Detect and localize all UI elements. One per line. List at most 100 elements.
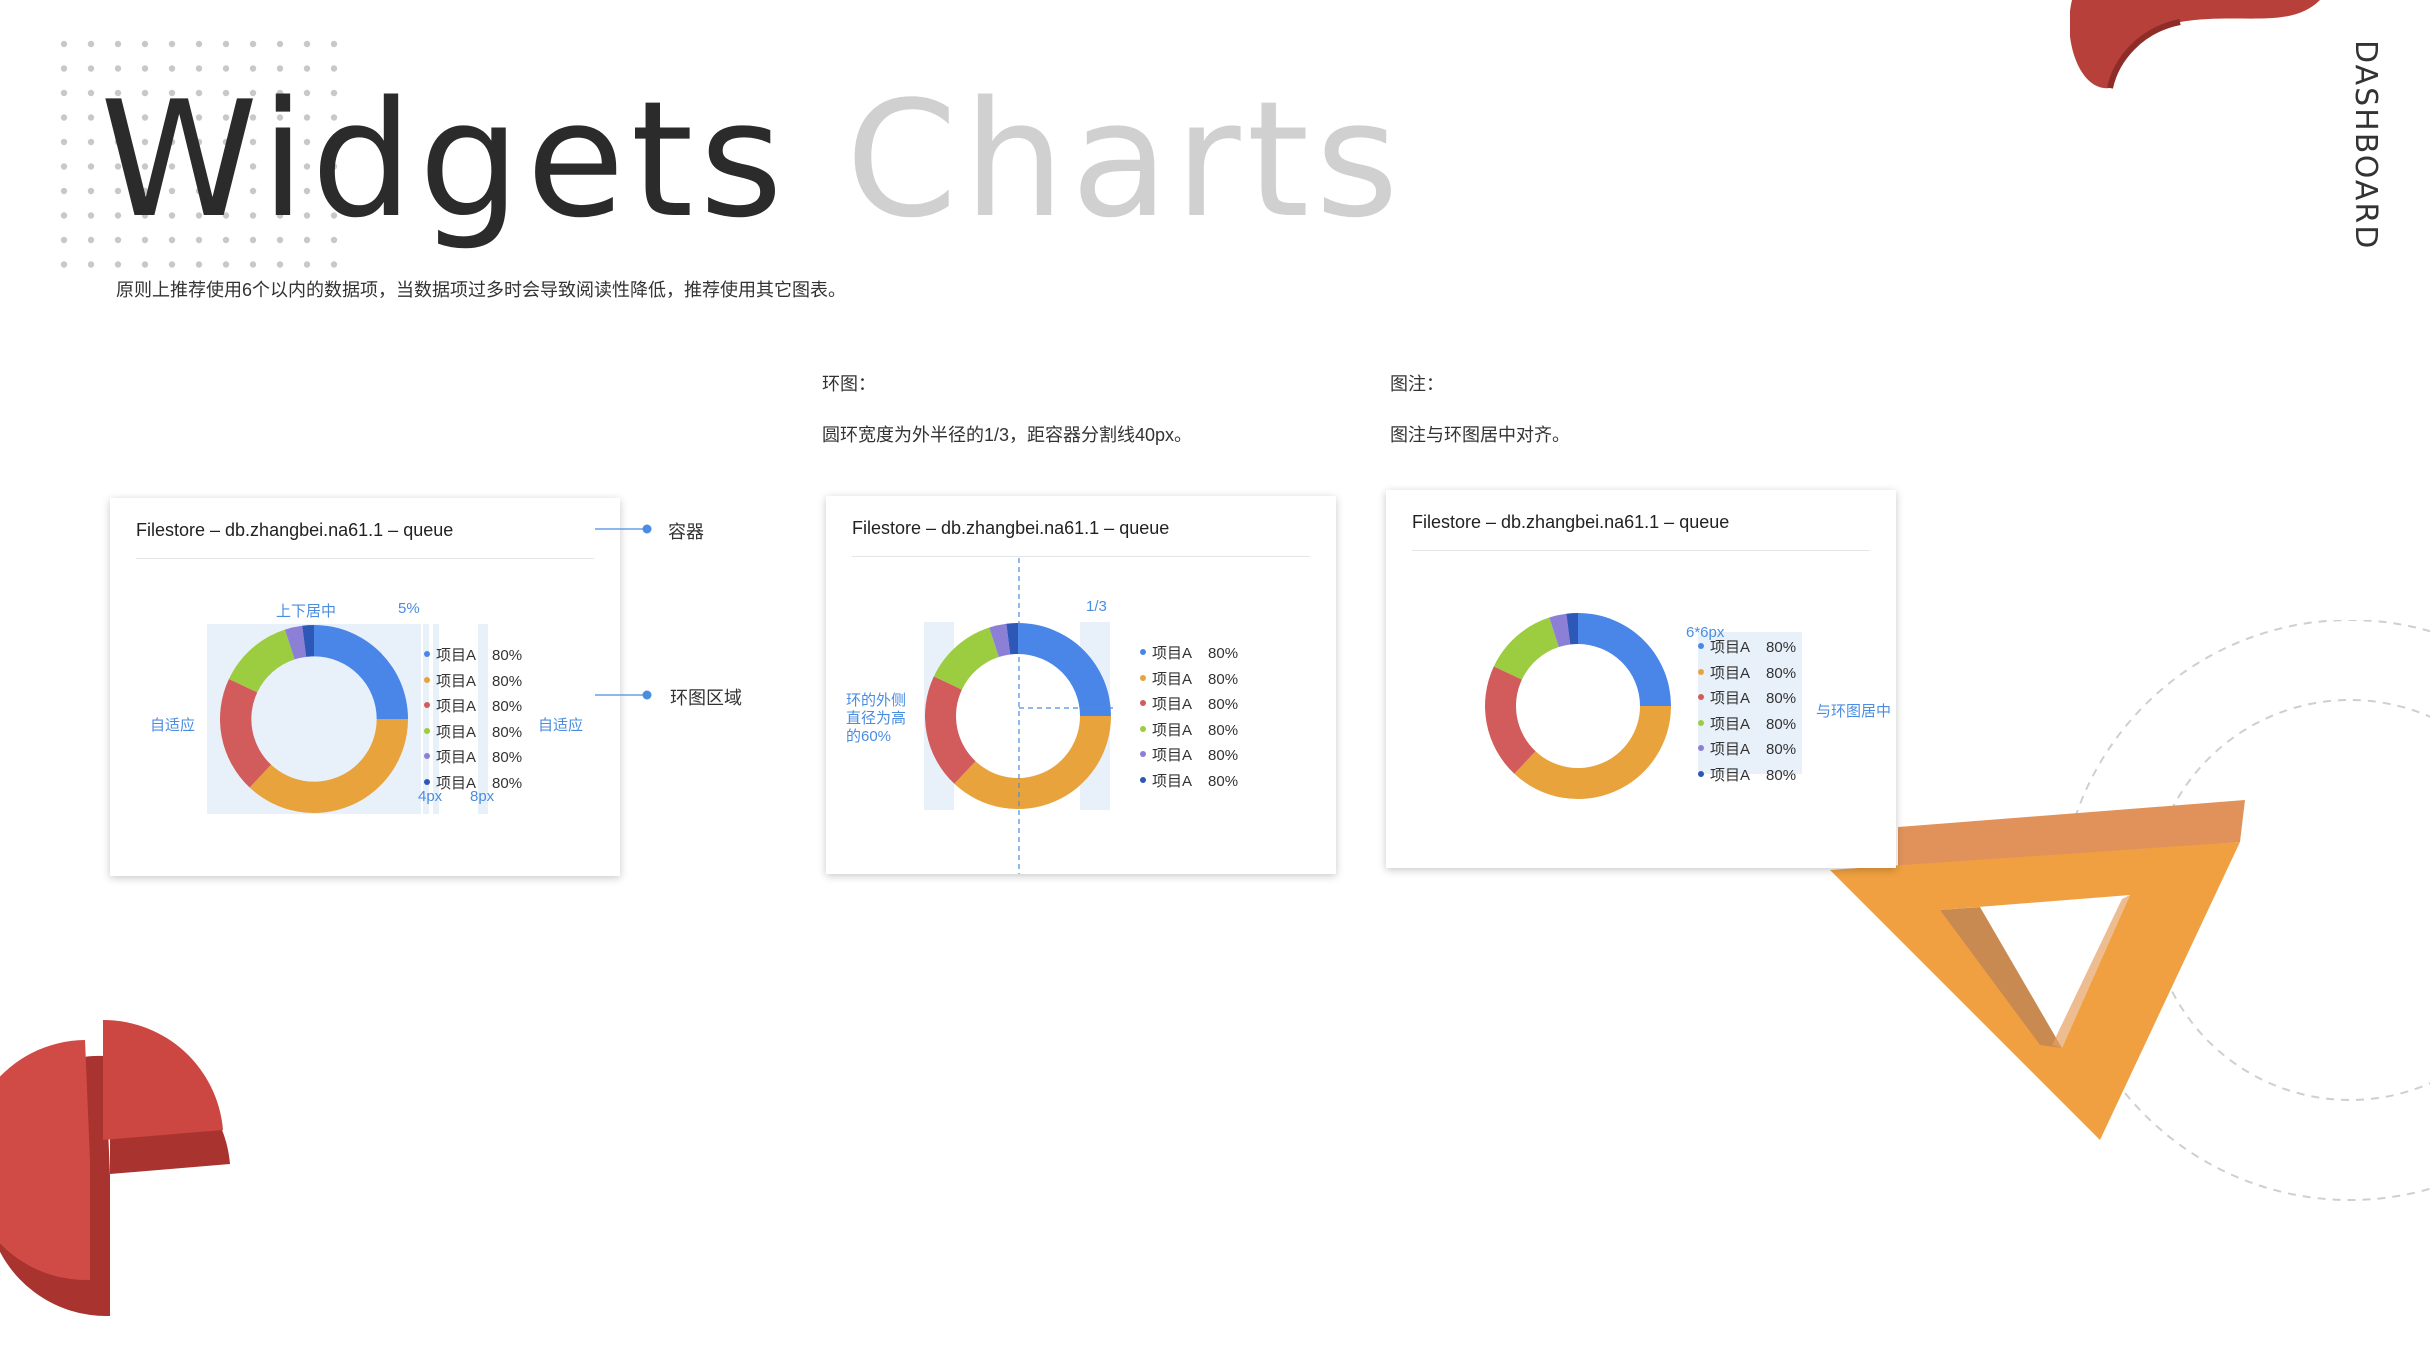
legend-label: 项目A — [1710, 715, 1751, 733]
legend-value: 80% — [1766, 715, 1797, 733]
card-title: Filestore – db.zhangbei.na61.1 – queue — [136, 520, 454, 540]
legend-dot-icon — [1140, 674, 1146, 681]
annotation-dot-size: 6*6px — [1686, 624, 1725, 641]
legend-value: 80% — [1208, 670, 1239, 688]
red-ribbon-decoration — [2070, 0, 2320, 89]
dot-icon — [642, 690, 652, 700]
annotation-gap-4px: 4px — [418, 788, 443, 805]
annotation-adaptive-right: 自适应 — [538, 717, 584, 734]
legend-dot-icon — [424, 778, 430, 785]
legend-item: 项目A 80% — [1140, 719, 1238, 740]
legend-label: 项目A — [1152, 696, 1193, 713]
annotation-diameter: 环的外侧直径为高的60% — [846, 692, 907, 745]
donut-slice — [1485, 666, 1536, 774]
legend-item: 项目A 80% — [424, 695, 522, 716]
legend-value: 80% — [1208, 772, 1239, 790]
legend-value: 80% — [1766, 741, 1797, 758]
annotation-adaptive-left: 自适应 — [150, 717, 196, 734]
legend-dot-icon — [1140, 725, 1146, 732]
legend-dot-icon — [1698, 694, 1704, 701]
legend-label: 项目A — [1152, 670, 1193, 688]
legend-note-title: 图注： — [1390, 374, 1444, 394]
annotation-center-align: 与环图居中 — [1816, 703, 1892, 720]
callout-container: 容器 — [668, 522, 704, 542]
legend-dot-icon — [424, 727, 430, 734]
legend-dot-icon — [1140, 700, 1146, 707]
legend-item: 项目A 80% — [1140, 770, 1238, 791]
card-title: Filestore – db.zhangbei.na61.1 – queue — [852, 518, 1170, 538]
legend-item: 项目A 80% — [1140, 642, 1238, 663]
legend-item: 项目A 80% — [424, 721, 522, 742]
legend-item: 项目A 80% — [424, 746, 522, 767]
page-subtitle: 原则上推荐使用6个以内的数据项，当数据项过多时会导致阅读性降低，推荐使用其它图表… — [116, 280, 847, 300]
legend-value: 80% — [492, 774, 523, 792]
legend-item: 项目A 80% — [1698, 764, 1796, 785]
legend-dot-icon — [424, 676, 430, 683]
annotation-percent: 5% — [398, 600, 420, 617]
card-divider — [136, 558, 594, 559]
dot-icon — [642, 524, 652, 534]
legend-dot-icon — [1698, 745, 1704, 752]
donut-slice — [228, 629, 295, 693]
legend-item: 项目A 80% — [424, 644, 522, 665]
legend-item: 项目A 80% — [1140, 668, 1238, 689]
card-divider — [852, 556, 1310, 557]
title-charts: Charts — [845, 66, 1405, 253]
annotation-one-third: 1/3 — [1086, 598, 1107, 615]
legend-dot-icon — [1140, 776, 1146, 783]
chart-card-1: Filestore – db.zhangbei.na61.1 – queue 项… — [110, 498, 620, 876]
card-title: Filestore – db.zhangbei.na61.1 – queue — [1412, 512, 1730, 532]
callout-donut-area: 环图区域 — [670, 688, 742, 708]
legend-label: 项目A — [436, 698, 477, 715]
legend-value: 80% — [492, 723, 523, 741]
legend-item: 项目A 80% — [424, 670, 522, 691]
chart-card-2: Filestore – db.zhangbei.na61.1 – queue 项… — [826, 496, 1336, 874]
legend-item: 项目A 80% — [1698, 738, 1796, 759]
red-pie-decoration — [0, 1019, 230, 1317]
donut-chart — [1485, 613, 1671, 799]
legend-dot-icon — [1140, 751, 1146, 758]
donut-slice — [314, 625, 408, 719]
legend-value: 80% — [492, 672, 523, 690]
legend-label: 项目A — [1710, 639, 1751, 656]
legend-value: 80% — [1208, 696, 1239, 713]
legend-value: 80% — [1766, 766, 1797, 784]
page-title: Widgets Charts — [100, 60, 1405, 260]
annotation-vertical-center: 上下居中 — [276, 603, 337, 620]
donut-slice — [249, 719, 408, 813]
legend-label: 项目A — [1152, 747, 1193, 764]
legend-label: 项目A — [436, 672, 477, 690]
donut-slice — [1578, 613, 1671, 706]
legend-value: 80% — [492, 749, 523, 766]
donut-slice — [1514, 706, 1671, 799]
legend-value: 80% — [492, 647, 523, 664]
legend-dot-icon — [424, 651, 430, 658]
donut-slice — [1493, 617, 1559, 680]
annotation-gap-8px: 8px — [470, 788, 495, 805]
donut-chart — [220, 625, 408, 813]
donut-slice — [220, 678, 272, 788]
legend-item: 项目A 80% — [1698, 713, 1796, 734]
legend-value: 80% — [1208, 645, 1239, 662]
callout-lines — [595, 524, 652, 700]
legend-item: 项目A 80% — [1140, 744, 1238, 765]
legend-label: 项目A — [1152, 721, 1193, 739]
legend-label: 项目A — [436, 647, 477, 664]
legend-dot-icon — [1698, 719, 1704, 726]
legend-label: 项目A — [436, 749, 477, 766]
legend-dot-icon — [1698, 668, 1704, 675]
legend-label: 项目A — [1710, 741, 1751, 758]
legend-item: 项目A 80% — [1140, 693, 1238, 714]
chart-card-3: Filestore – db.zhangbei.na61.1 – queue 项… — [1386, 490, 1896, 868]
legend-note-desc: 图注与环图居中对齐。 — [1390, 425, 1570, 445]
title-widgets: Widgets — [100, 66, 789, 253]
dashboard-tag: DASHBOARD — [2348, 40, 2383, 251]
legend-value: 80% — [1766, 690, 1797, 707]
legend-dot-icon — [424, 753, 430, 760]
legend-value: 80% — [1766, 639, 1797, 656]
legend-value: 80% — [492, 698, 523, 715]
legend-dot-icon — [424, 702, 430, 709]
ring-note-title: 环图： — [822, 374, 876, 394]
legend-value: 80% — [1208, 721, 1239, 739]
legend-value: 80% — [1208, 747, 1239, 764]
